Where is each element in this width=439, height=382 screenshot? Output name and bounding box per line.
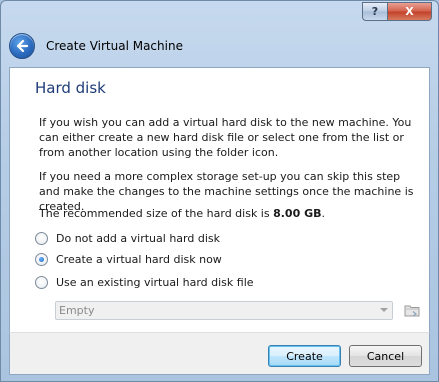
- choose-disk-file-button[interactable]: [402, 300, 422, 320]
- option-existing-disk[interactable]: Use an existing virtual hard disk file: [35, 276, 254, 289]
- cancel-button[interactable]: Cancel: [349, 345, 422, 367]
- page-title: Hard disk: [35, 79, 106, 97]
- help-button[interactable]: ?: [362, 2, 388, 21]
- radio-create-disk[interactable]: [35, 253, 48, 266]
- back-arrow-icon: [16, 39, 29, 53]
- option-label: Use an existing virtual hard disk file: [56, 276, 254, 289]
- wizard-page: Hard disk If you wish you can add a virt…: [9, 67, 430, 333]
- option-create-disk[interactable]: Create a virtual hard disk now: [35, 253, 222, 266]
- existing-disk-select[interactable]: Empty: [55, 301, 393, 320]
- close-button[interactable]: X: [388, 2, 432, 21]
- option-label: Do not add a virtual hard disk: [56, 232, 220, 245]
- window-controls: ? X: [362, 2, 432, 21]
- back-button[interactable]: [9, 33, 35, 59]
- existing-disk-value: Empty: [59, 304, 95, 317]
- description-text: If you wish you can add a virtual hard d…: [39, 116, 412, 159]
- dialog-window: ? X Create Virtual Machine Hard disk If …: [0, 0, 439, 382]
- folder-icon: [404, 305, 420, 317]
- recommended-size-text: The recommended size of the hard disk is…: [39, 207, 325, 220]
- radio-no-disk[interactable]: [35, 232, 48, 245]
- dialog-header: Create Virtual Machine: [9, 32, 183, 60]
- option-label: Create a virtual hard disk now: [56, 253, 222, 266]
- chevron-down-icon: [380, 308, 388, 312]
- recommended-size-value: 8.00 GB: [273, 207, 322, 220]
- radio-existing-disk[interactable]: [35, 276, 48, 289]
- button-bar: Create Cancel: [9, 332, 430, 375]
- create-button[interactable]: Create: [268, 345, 341, 367]
- option-no-disk[interactable]: Do not add a virtual hard disk: [35, 232, 220, 245]
- window-title: Create Virtual Machine: [46, 39, 183, 53]
